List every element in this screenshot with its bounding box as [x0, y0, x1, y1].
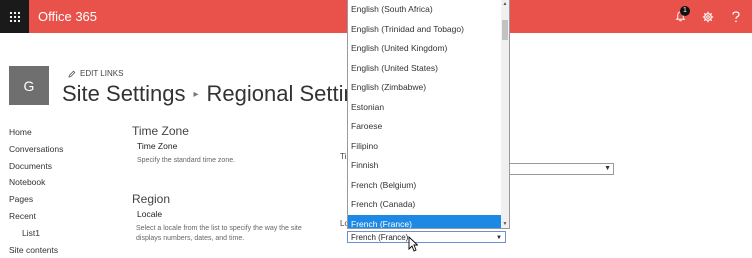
locale-option[interactable]: English (Trinidad and Tobago) [348, 20, 509, 40]
nav-item-home[interactable]: Home [9, 124, 63, 141]
locale-select[interactable]: French (France) ▼ [347, 231, 506, 243]
scroll-up-icon[interactable]: ▲ [501, 1, 509, 7]
brand-title[interactable]: Office 365 [38, 0, 97, 33]
settings-button[interactable] [696, 0, 720, 33]
timezone-select[interactable]: ▼ [506, 163, 614, 175]
nav-item-documents[interactable]: Documents [9, 158, 63, 175]
waffle-icon [9, 11, 20, 22]
chevron-down-icon: ▼ [604, 165, 611, 172]
nav-item-list1[interactable]: List1 [9, 225, 63, 242]
dropdown-scrollbar[interactable]: ▲ ▼ [501, 0, 509, 228]
nav-item-pages[interactable]: Pages [9, 191, 63, 208]
locale-option[interactable]: French (Canada) [348, 195, 509, 215]
locale-field-title: Locale [137, 209, 163, 219]
scrollbar-thumb[interactable] [502, 20, 508, 40]
nav-item-conversations[interactable]: Conversations [9, 141, 63, 158]
pencil-icon [68, 70, 76, 78]
quick-launch-nav: Home Conversations Documents Notebook Pa… [9, 124, 63, 258]
locale-option[interactable]: Finnish [348, 156, 509, 176]
locale-option-selected[interactable]: French (France) [348, 214, 509, 228]
locale-option[interactable]: French (Belgium) [348, 176, 509, 196]
mouse-cursor-icon [408, 236, 418, 252]
locale-option[interactable]: English (Zimbabwe) [348, 78, 509, 98]
notification-badge: 1 [680, 6, 690, 16]
gear-icon [702, 11, 714, 22]
timezone-description: Specify the standard time zone. [137, 157, 236, 164]
nav-item-notebook[interactable]: Notebook [9, 174, 63, 191]
breadcrumb-site-settings[interactable]: Site Settings [62, 81, 186, 106]
locale-option[interactable]: English (United Kingdom) [348, 39, 509, 59]
timezone-field-title: Time Zone [137, 141, 178, 151]
help-icon [732, 10, 740, 22]
locale-option[interactable]: Estonian [348, 98, 509, 118]
locale-option[interactable]: Filipino [348, 137, 509, 157]
nav-item-recent[interactable]: Recent [9, 208, 63, 225]
page-title: Site Settings ▸ Regional Settings [62, 81, 379, 107]
edit-links-button[interactable]: EDIT LINKS [68, 69, 123, 78]
timezone-section-title: Time Zone [132, 124, 189, 138]
locale-option[interactable]: Faroese [348, 117, 509, 137]
timezone-label-partial: Ti [340, 152, 347, 161]
locale-description: Select a locale from the list to specify… [136, 225, 302, 242]
locale-dropdown-list[interactable]: English (South Africa) English (Trinidad… [347, 0, 510, 229]
region-section-title: Region [132, 192, 171, 206]
locale-option[interactable]: English (United States) [348, 59, 509, 79]
scroll-down-icon[interactable]: ▼ [501, 221, 509, 227]
notifications-button[interactable]: 1 [668, 0, 692, 33]
edit-links-label: EDIT LINKS [80, 69, 124, 78]
locale-option[interactable]: English (South Africa) [348, 0, 509, 20]
site-logo[interactable]: G [9, 66, 49, 105]
app-launcher-button[interactable] [0, 0, 29, 33]
help-button[interactable] [724, 0, 748, 33]
chevron-down-icon: ▼ [496, 235, 502, 241]
locale-select-value: French (France) [351, 233, 409, 242]
breadcrumb-separator-icon: ▸ [193, 89, 199, 100]
